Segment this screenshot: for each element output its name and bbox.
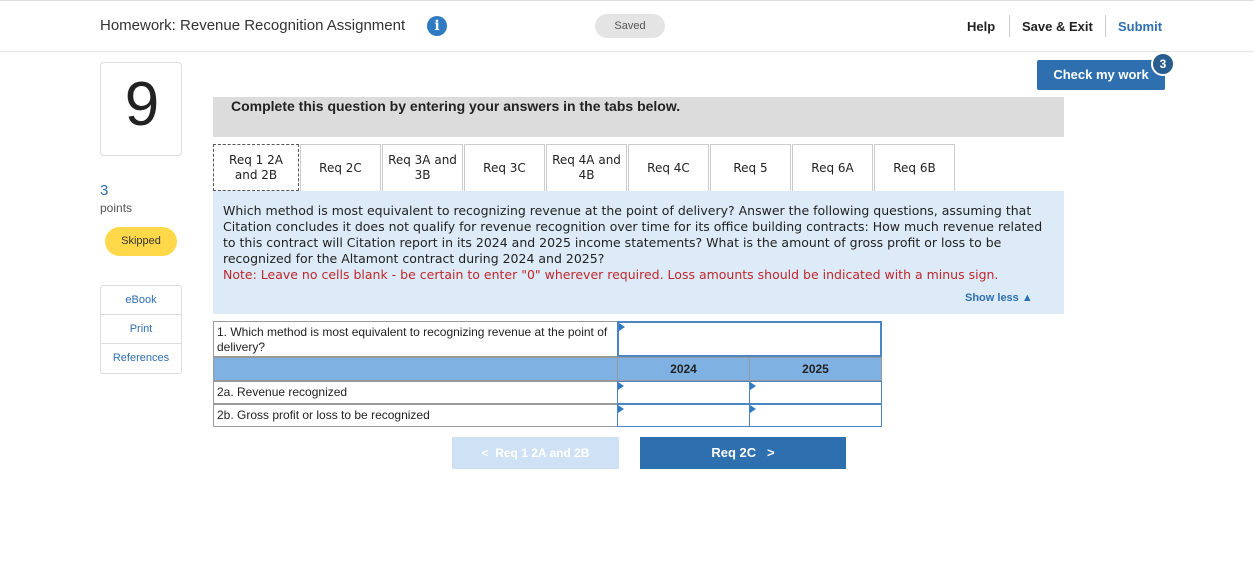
tab-req-6b[interactable]: Req 6B bbox=[874, 144, 955, 191]
show-less-label: Show less bbox=[965, 292, 1019, 304]
divider bbox=[1009, 15, 1010, 37]
gross-profit-2025-input[interactable] bbox=[749, 404, 882, 427]
question-note: Note: Leave no cells blank - be certain … bbox=[223, 267, 999, 282]
top-bar: Homework: Revenue Recognition Assignment… bbox=[0, 0, 1254, 52]
tab-req-4a-4b[interactable]: Req 4A and 4B bbox=[546, 144, 627, 191]
references-link[interactable]: References bbox=[101, 344, 181, 373]
input-marker-icon bbox=[618, 382, 624, 390]
col-header-2024: 2024 bbox=[617, 357, 750, 381]
next-tab-label: Req 2C bbox=[711, 445, 757, 460]
header-spacer bbox=[213, 357, 618, 381]
tab-label: Req 3A and 3B bbox=[388, 153, 457, 182]
save-exit-link[interactable]: Save & Exit bbox=[1022, 19, 1093, 34]
help-link[interactable]: Help bbox=[967, 19, 995, 34]
points-label: points bbox=[100, 201, 133, 215]
row-2a-label: 2a. Revenue recognized bbox=[217, 385, 348, 399]
tab-req-3c[interactable]: Req 3C bbox=[464, 144, 545, 191]
ebook-link[interactable]: eBook bbox=[101, 286, 181, 315]
check-my-work-button[interactable]: Check my work bbox=[1037, 60, 1165, 90]
divider bbox=[1105, 15, 1106, 37]
input-marker-icon bbox=[750, 405, 756, 413]
tab-req-5[interactable]: Req 5 bbox=[710, 144, 791, 191]
print-link[interactable]: Print bbox=[101, 315, 181, 344]
tab-label: Req 5 bbox=[733, 160, 768, 175]
tab-req-6a[interactable]: Req 6A bbox=[792, 144, 873, 191]
tab-req-4c[interactable]: Req 4C bbox=[628, 144, 709, 191]
row-2b-label: 2b. Gross profit or loss to be recognize… bbox=[217, 408, 430, 422]
input-marker-icon bbox=[750, 382, 756, 390]
gross-profit-2024-input[interactable] bbox=[617, 404, 750, 427]
tab-label: Req 2C bbox=[319, 160, 362, 175]
triangle-up-icon: ▲ bbox=[1021, 292, 1033, 304]
tab-label: Req 6B bbox=[893, 160, 936, 175]
row-2b-label-cell: 2b. Gross profit or loss to be recognize… bbox=[213, 404, 618, 427]
submit-link[interactable]: Submit bbox=[1118, 19, 1162, 34]
instructions-text: Complete this question by entering your … bbox=[231, 98, 681, 114]
tab-req-2c[interactable]: Req 2C bbox=[300, 144, 381, 191]
tab-label: Req 1 2A and 2B bbox=[229, 152, 283, 182]
question-prompt: Which method is most equivalent to recog… bbox=[223, 203, 1043, 266]
q1-label: 1. Which method is most equivalent to re… bbox=[217, 325, 608, 354]
question-panel: Which method is most equivalent to recog… bbox=[213, 191, 1064, 314]
next-tab-button[interactable]: Req 2C > bbox=[640, 437, 846, 469]
points-value: 3 bbox=[100, 182, 109, 199]
tab-label: Req 3C bbox=[483, 160, 526, 175]
show-less-link[interactable]: Show less ▲ bbox=[965, 292, 1033, 304]
tab-label: Req 6A bbox=[811, 160, 854, 175]
dropdown-marker-icon bbox=[619, 323, 625, 331]
tab-req-3a-3b[interactable]: Req 3A and 3B bbox=[382, 144, 463, 191]
question-number: 9 bbox=[124, 70, 160, 139]
instructions-bar: Complete this question by entering your … bbox=[213, 97, 1064, 137]
requirement-tabs: Req 1 2A and 2B Req 2C Req 3A and 3B Req… bbox=[213, 144, 956, 191]
tab-label: Req 4A and 4B bbox=[552, 153, 621, 182]
q1-label-cell: 1. Which method is most equivalent to re… bbox=[213, 321, 618, 357]
check-work-count-badge: 3 bbox=[1151, 52, 1175, 76]
q1-method-input[interactable] bbox=[617, 321, 882, 357]
resource-links: eBook Print References bbox=[100, 285, 182, 374]
input-marker-icon bbox=[618, 405, 624, 413]
saved-status: Saved bbox=[595, 14, 665, 38]
row-2a-label-cell: 2a. Revenue recognized bbox=[213, 381, 618, 404]
revenue-2025-input[interactable] bbox=[749, 381, 882, 404]
chevron-left-icon: < bbox=[481, 446, 489, 460]
col-header-2025: 2025 bbox=[749, 357, 882, 381]
previous-tab-button[interactable]: < Req 1 2A and 2B bbox=[452, 437, 619, 469]
tab-label: Req 4C bbox=[647, 160, 690, 175]
status-badge: Skipped bbox=[105, 227, 177, 256]
prev-tab-label: Req 1 2A and 2B bbox=[495, 446, 590, 460]
chevron-right-icon: > bbox=[767, 445, 775, 460]
assignment-title: Homework: Revenue Recognition Assignment bbox=[100, 17, 406, 34]
question-number-box: 9 bbox=[100, 62, 182, 156]
revenue-2024-input[interactable] bbox=[617, 381, 750, 404]
info-icon[interactable]: i bbox=[427, 16, 447, 36]
tab-req-1-2a-2b[interactable]: Req 1 2A and 2B bbox=[213, 144, 299, 191]
